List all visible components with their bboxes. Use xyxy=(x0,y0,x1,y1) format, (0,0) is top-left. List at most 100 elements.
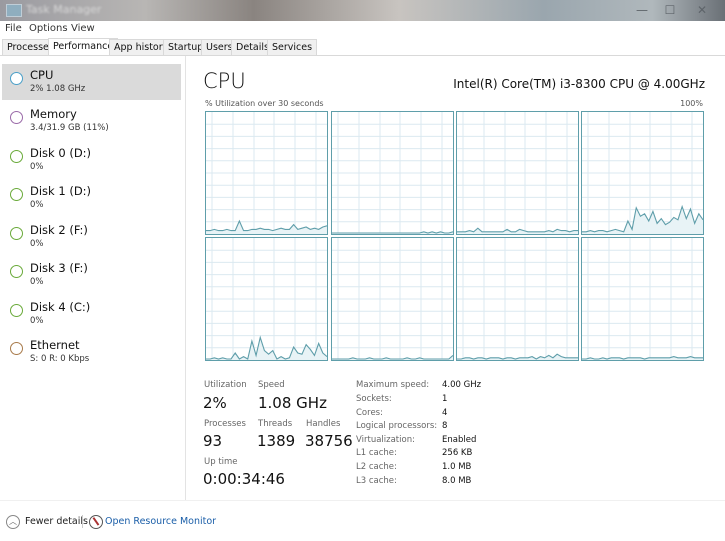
disk-status-icon xyxy=(10,150,23,163)
sidebar-item-disk-0[interactable]: Disk 0 (D:) 0% xyxy=(2,142,181,178)
prop-value: 8 xyxy=(442,421,448,431)
cpu-panel: CPU Intel(R) Core(TM) i3-8300 CPU @ 4.00… xyxy=(186,56,725,500)
prop-value: Enabled xyxy=(442,435,477,445)
sidebar-item-sub: 0% xyxy=(30,239,44,249)
cpu-status-icon xyxy=(10,72,23,85)
cpu-core-chart-svg xyxy=(582,112,703,234)
cpu-core-chart-svg xyxy=(457,238,578,360)
speed-value: 1.08 GHz xyxy=(258,394,327,412)
task-manager-icon xyxy=(6,4,22,17)
minimize-button[interactable]: — xyxy=(628,2,656,18)
disk-status-icon xyxy=(10,188,23,201)
sidebar-item-label: Disk 1 (D:) xyxy=(30,184,92,198)
speed-label: Speed xyxy=(258,380,285,390)
utilization-value: 2% xyxy=(203,394,227,412)
cpu-model: Intel(R) Core(TM) i3-8300 CPU @ 4.00GHz xyxy=(453,77,705,91)
uptime-value: 0:00:34:46 xyxy=(203,470,285,488)
series-area xyxy=(582,206,703,234)
prop-value: 1.0 MB xyxy=(442,462,472,472)
series-area xyxy=(206,221,327,234)
fewer-details-button[interactable]: Fewer details xyxy=(25,516,88,527)
sidebar-item-sub: 2% 1.08 GHz xyxy=(30,84,86,94)
sidebar-item-label: Disk 3 (F:) xyxy=(30,261,88,275)
prop-value: 256 KB xyxy=(442,448,473,458)
sidebar-item-label: Disk 2 (F:) xyxy=(30,223,88,237)
cpu-core-chart-svg xyxy=(332,238,453,360)
prop-label: Cores: xyxy=(356,408,383,418)
cpu-core-chart xyxy=(581,111,704,235)
cpu-core-chart-svg xyxy=(457,112,578,234)
series-line xyxy=(206,219,327,232)
sidebar-item-sub: 0% xyxy=(30,162,44,172)
menu-bar: File Options View xyxy=(0,21,725,38)
title-bar: Task Manager — ☐ ✕ xyxy=(0,0,725,21)
threads-value: 1389 xyxy=(257,432,296,450)
cpu-core-chart xyxy=(331,111,454,235)
cpu-core-chart-svg xyxy=(206,238,327,360)
handles-value: 38756 xyxy=(305,432,353,450)
sidebar-item-sub: 3.4/31.9 GB (11%) xyxy=(30,123,109,133)
tab-services[interactable]: Services xyxy=(267,39,318,55)
sidebar-item-memory[interactable]: Memory 3.4/31.9 GB (11%) xyxy=(2,103,181,139)
open-resource-monitor-link[interactable]: Open Resource Monitor xyxy=(105,516,216,527)
sidebar-item-disk-1[interactable]: Disk 1 (D:) 0% xyxy=(2,180,181,216)
menu-view[interactable]: View xyxy=(71,23,95,34)
cpu-core-chart xyxy=(205,111,328,235)
tab-performance[interactable]: Performance xyxy=(48,38,119,56)
close-button[interactable]: ✕ xyxy=(688,2,716,18)
ethernet-status-icon xyxy=(10,342,23,355)
chevron-up-icon[interactable]: ︿ xyxy=(6,515,20,529)
sidebar-item-label: Ethernet xyxy=(30,338,80,352)
window-title: Task Manager xyxy=(26,3,102,16)
utilization-chart-label: % Utilization over 30 seconds xyxy=(205,99,324,108)
cpu-core-chart-svg xyxy=(206,112,327,234)
sidebar-item-sub: 0% xyxy=(30,277,44,287)
disk-status-icon xyxy=(10,265,23,278)
cpu-core-chart-svg xyxy=(332,112,453,234)
sidebar-item-label: Disk 4 (C:) xyxy=(30,300,91,314)
prop-value: 8.0 MB xyxy=(442,476,472,486)
prop-value: 4 xyxy=(442,408,448,418)
processes-label: Processes xyxy=(204,419,246,429)
maximize-button[interactable]: ☐ xyxy=(656,2,684,18)
disk-status-icon xyxy=(10,227,23,240)
sidebar-item-disk-4[interactable]: Disk 4 (C:) 0% xyxy=(2,296,181,332)
memory-status-icon xyxy=(10,111,23,124)
handles-label: Handles xyxy=(306,419,341,429)
sidebar-item-cpu[interactable]: CPU 2% 1.08 GHz xyxy=(2,64,181,100)
sidebar-item-ethernet[interactable]: Ethernet S: 0 R: 0 Kbps xyxy=(2,334,181,370)
prop-label: Logical processors: xyxy=(356,421,438,431)
processes-value: 93 xyxy=(203,432,223,450)
disk-status-icon xyxy=(10,304,23,317)
prop-label: L1 cache: xyxy=(356,448,397,458)
tab-bar: Processes Performance App history Startu… xyxy=(0,38,725,56)
prop-value: 4.00 GHz xyxy=(442,380,482,390)
sidebar-item-sub: 0% xyxy=(30,200,44,210)
sidebar-item-label: Disk 0 (D:) xyxy=(30,146,92,160)
prop-label: Sockets: xyxy=(356,394,392,404)
sidebar-item-label: Memory xyxy=(30,107,77,121)
series-area xyxy=(206,337,327,360)
utilization-max-label: 100% xyxy=(680,99,703,108)
sidebar-item-disk-3[interactable]: Disk 3 (F:) 0% xyxy=(2,257,181,293)
prop-label: L3 cache: xyxy=(356,476,397,486)
prop-label: Maximum speed: xyxy=(356,380,430,390)
sidebar-item-sub: 0% xyxy=(30,316,44,326)
sidebar-item-disk-2[interactable]: Disk 2 (F:) 0% xyxy=(2,219,181,255)
threads-label: Threads xyxy=(258,419,293,429)
sidebar-item-label: CPU xyxy=(30,68,54,82)
footer: ︿ Fewer details Open Resource Monitor xyxy=(0,500,725,541)
cpu-core-chart xyxy=(331,237,454,361)
resource-monitor-icon xyxy=(89,515,103,529)
menu-file[interactable]: File xyxy=(5,23,22,34)
menu-options[interactable]: Options xyxy=(29,23,68,34)
prop-label: L2 cache: xyxy=(356,462,397,472)
uptime-label: Up time xyxy=(204,457,238,467)
sidebar: CPU 2% 1.08 GHz Memory 3.4/31.9 GB (11%)… xyxy=(0,56,186,500)
cpu-core-chart xyxy=(456,111,579,235)
cpu-core-chart xyxy=(205,237,328,361)
sidebar-item-sub: S: 0 R: 0 Kbps xyxy=(30,354,90,364)
footer-divider xyxy=(82,515,83,528)
series-line xyxy=(332,354,453,360)
cpu-core-chart-svg xyxy=(582,238,703,360)
